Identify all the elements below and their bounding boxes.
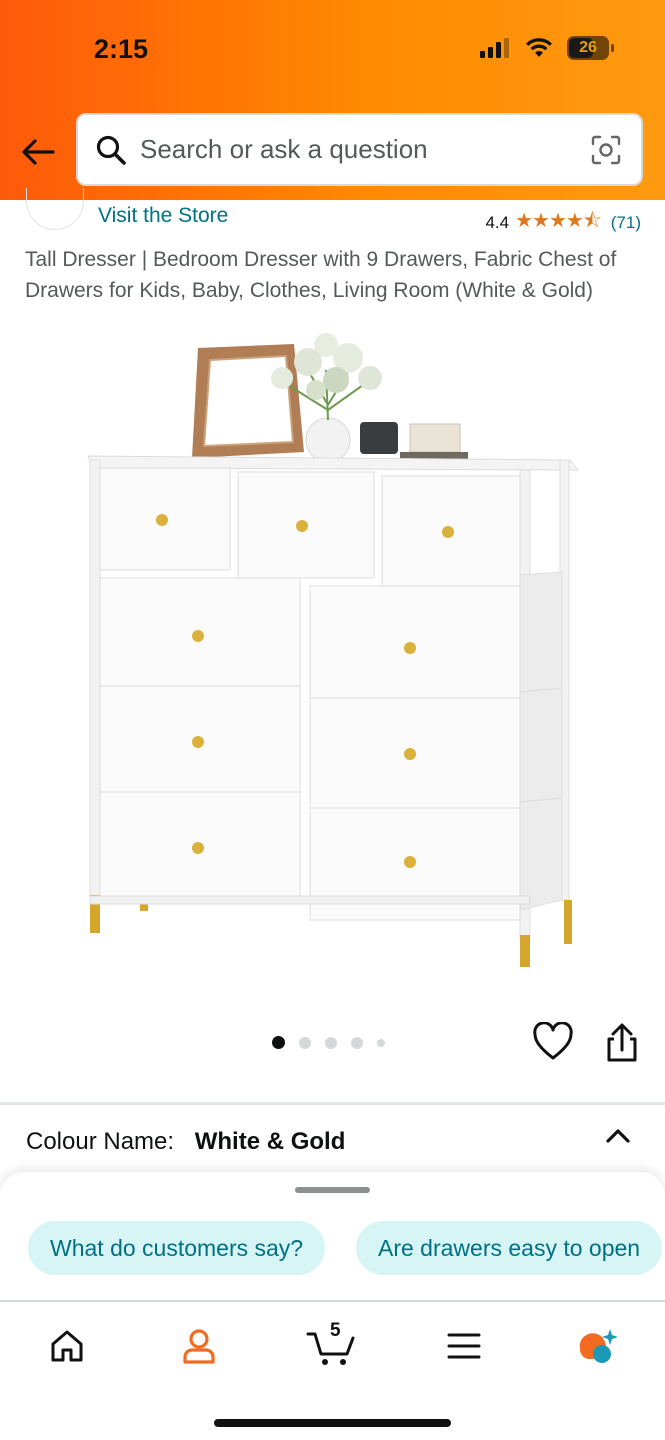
collapse-button[interactable] [602,1124,634,1148]
search-icon [94,133,128,167]
colour-value: White & Gold [194,1128,346,1155]
rating-summary[interactable]: 4.4 ★★★★⯪ (71) [485,206,641,240]
rating-value: 4.4 [485,213,510,232]
nav-account[interactable] [177,1324,221,1368]
candle-image [360,422,398,454]
account-icon [183,1329,215,1364]
suggestions-sheet: What do customers say? Are drawers easy … [0,1172,665,1302]
suggestion-chip[interactable]: Are drawers easy to open [356,1221,663,1275]
rufus-assistant-icon [579,1329,618,1363]
nav-home[interactable] [45,1324,89,1368]
heart-icon [533,1021,573,1060]
wishlist-button[interactable] [532,1021,574,1064]
visit-store-link[interactable]: Visit the Store [98,204,228,228]
section-divider [0,1102,665,1105]
bottom-nav: 5 [0,1300,665,1440]
status-icons: 26 [479,36,614,60]
cart-count: 5 [330,1320,341,1341]
header: 2:15 26 [0,0,665,200]
sheet-handle[interactable] [295,1187,370,1193]
books-image [400,423,468,460]
chevron-up-icon [606,1129,630,1143]
product-title: Tall Dresser | Bedroom Dresser with 9 Dr… [25,248,617,302]
picture-frame-image [192,344,304,458]
carousel-dot[interactable] [299,1036,311,1049]
suggestion-chip[interactable]: What do customers say? [28,1221,326,1275]
nav-menu[interactable] [442,1324,486,1368]
store-logo[interactable] [26,188,84,230]
product-image[interactable] [80,310,590,980]
rating-count[interactable]: (71) [611,213,641,233]
carousel-dot[interactable] [377,1038,385,1047]
status-time: 2:15 [94,34,149,64]
back-button[interactable] [18,132,58,172]
share-button[interactable] [602,1022,642,1064]
carousel-dot[interactable] [325,1036,337,1049]
camera-lens-icon[interactable] [589,133,623,167]
image-carousel-dots[interactable] [272,1036,385,1049]
nav-cart[interactable]: 5 [305,1320,361,1368]
search-bar[interactable] [76,113,643,186]
share-icon [607,1023,637,1062]
colour-selector[interactable]: Colour Name: White & Gold [26,1128,345,1156]
battery-level: 26 [579,39,597,56]
nav-rufus[interactable] [575,1324,619,1368]
carousel-dot[interactable] [351,1036,363,1049]
signal-icon [480,38,509,58]
menu-icon [447,1333,481,1359]
search-input[interactable] [140,134,589,165]
colour-label: Colour Name: [26,1128,175,1155]
star-rating-icon: ★★★★⯪ [515,210,602,232]
home-icon [51,1330,83,1362]
dresser-drawers [99,467,521,921]
arrow-left-icon [22,139,55,165]
wifi-icon [526,38,552,57]
carousel-dot[interactable] [272,1036,285,1049]
home-indicator [214,1419,451,1427]
battery-icon: 26 [567,36,614,60]
